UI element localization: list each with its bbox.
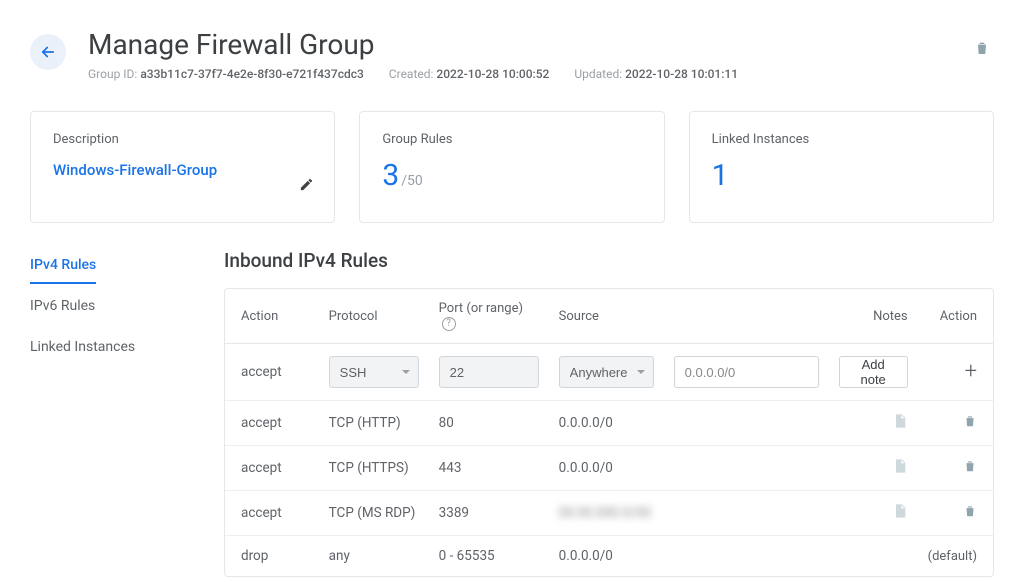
cell-source-blurred: 00.00.000.0/00 [559, 505, 651, 521]
rules-max: /50 [401, 173, 423, 189]
protocol-select[interactable]: SSH [329, 356, 419, 388]
edit-description-button[interactable] [299, 177, 314, 196]
note-icon [892, 458, 908, 474]
main-layout: IPv4 Rules IPv6 Rules Linked Instances I… [0, 223, 1024, 577]
cell-port: 3389 [429, 491, 549, 536]
th-action2: Action [918, 289, 993, 344]
th-port-label: Port (or range) [439, 301, 523, 316]
cell-action: accept [225, 446, 319, 491]
cell-source: 0.0.0.0/0 [549, 536, 829, 576]
card-linked-instances: Linked Instances 1 [689, 111, 994, 223]
trash-icon [963, 459, 977, 473]
created-value: 2022-10-28 10:00:52 [436, 67, 549, 81]
updated-label: Updated: [574, 67, 622, 81]
trash-icon [974, 40, 990, 56]
add-rule-button[interactable]: + [965, 361, 977, 383]
arrow-left-icon [39, 43, 57, 61]
cell-protocol: any [319, 536, 429, 576]
card-linked-label: Linked Instances [712, 132, 971, 147]
card-rules-label: Group Rules [382, 132, 641, 147]
created-label: Created: [389, 67, 434, 81]
group-id-label: Group ID: [88, 67, 137, 81]
th-port: Port (or range) ? [429, 289, 549, 344]
table-row: accept TCP (HTTP) 80 0.0.0.0/0 [225, 401, 993, 446]
delete-rule-button[interactable] [963, 414, 977, 432]
new-rule-action: accept [225, 344, 319, 401]
title-block: Manage Firewall Group Group ID: a33b11c7… [88, 28, 994, 81]
linked-count: 1 [712, 161, 971, 191]
source-type-select[interactable]: Anywhere [559, 356, 654, 388]
tab-ipv4-rules[interactable]: IPv4 Rules [30, 249, 96, 284]
page-title: Manage Firewall Group [88, 28, 994, 61]
note-icon [892, 413, 908, 429]
cell-port: 443 [429, 446, 549, 491]
cell-protocol: TCP (HTTP) [319, 401, 429, 446]
add-note-button[interactable]: Add note [839, 356, 908, 388]
card-group-rules: Group Rules 3/50 [359, 111, 664, 223]
content-area: Inbound IPv4 Rules Action Protocol Port … [224, 249, 994, 577]
th-notes: Notes [829, 289, 918, 344]
cell-port: 80 [429, 401, 549, 446]
th-protocol: Protocol [319, 289, 429, 344]
card-description-label: Description [53, 132, 312, 147]
table-header-row: Action Protocol Port (or range) ? Source… [225, 289, 993, 344]
note-button[interactable] [892, 413, 908, 433]
note-button[interactable] [892, 458, 908, 478]
delete-rule-button[interactable] [963, 459, 977, 477]
cell-protocol: TCP (MS RDP) [319, 491, 429, 536]
section-title: Inbound IPv4 Rules [224, 249, 994, 272]
trash-icon [963, 414, 977, 428]
default-label: (default) [928, 549, 977, 564]
rules-count: 3 [382, 158, 399, 193]
card-description: Description Windows-Firewall-Group [30, 111, 335, 223]
th-action: Action [225, 289, 319, 344]
rules-table: Action Protocol Port (or range) ? Source… [224, 288, 994, 577]
cell-action: accept [225, 491, 319, 536]
tab-ipv6-rules[interactable]: IPv6 Rules [30, 290, 95, 325]
note-icon [892, 503, 908, 519]
cell-action: accept [225, 401, 319, 446]
port-input[interactable] [439, 356, 539, 388]
help-icon[interactable]: ? [442, 317, 456, 331]
cell-source: 0.0.0.0/0 [549, 401, 829, 446]
cell-source: 0.0.0.0/0 [549, 446, 829, 491]
cell-protocol: TCP (HTTPS) [319, 446, 429, 491]
summary-cards: Description Windows-Firewall-Group Group… [0, 81, 1024, 223]
page-header: Manage Firewall Group Group ID: a33b11c7… [0, 0, 1024, 81]
tabs-sidebar: IPv4 Rules IPv6 Rules Linked Instances [30, 249, 190, 577]
new-rule-row: accept SSH Anywh [225, 344, 993, 401]
delete-rule-button[interactable] [963, 504, 977, 522]
meta-line: Group ID: a33b11c7-37f7-4e2e-8f30-e721f4… [88, 67, 994, 81]
table-row: accept TCP (MS RDP) 3389 00.00.000.0/00 [225, 491, 993, 536]
note-button[interactable] [892, 503, 908, 523]
description-value[interactable]: Windows-Firewall-Group [53, 161, 312, 179]
cell-port: 0 - 65535 [429, 536, 549, 576]
cell-action: drop [225, 536, 319, 576]
th-source: Source [549, 289, 829, 344]
trash-icon [963, 504, 977, 518]
delete-group-button[interactable] [974, 40, 990, 60]
table-row: accept TCP (HTTPS) 443 0.0.0.0/0 [225, 446, 993, 491]
updated-value: 2022-10-28 10:01:11 [625, 67, 738, 81]
back-button[interactable] [30, 34, 66, 70]
rules-tbody: accept SSH Anywh [225, 344, 993, 576]
group-id-value: a33b11c7-37f7-4e2e-8f30-e721f437cdc3 [140, 67, 363, 81]
source-ip-input[interactable] [674, 356, 819, 388]
tab-linked-instances[interactable]: Linked Instances [30, 331, 135, 366]
pencil-icon [299, 177, 314, 192]
default-rule-row: drop any 0 - 65535 0.0.0.0/0 (default) [225, 536, 993, 576]
